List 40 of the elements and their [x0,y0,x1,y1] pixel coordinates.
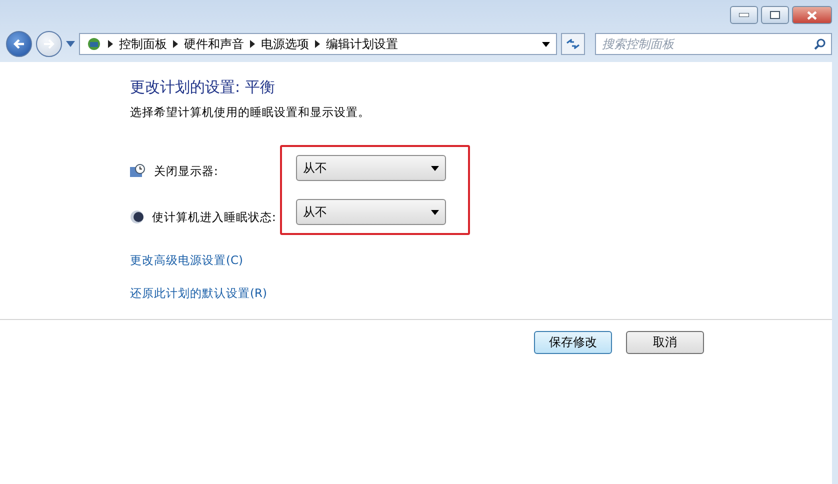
setting-label: 使计算机进入睡眠状态: [152,210,276,224]
history-dropdown-icon[interactable] [66,41,75,47]
breadcrumb-item[interactable]: 硬件和声音 [184,36,244,52]
refresh-arrows-icon [566,39,580,49]
back-button[interactable] [6,31,32,57]
description-text: 选择希望计算机使用的睡眠设置和显示设置。 [130,105,371,120]
save-button[interactable]: 保存修改 [534,331,612,354]
minimize-button[interactable] [730,6,758,24]
breadcrumb-item[interactable]: 电源选项 [261,36,309,52]
maximize-icon [770,11,780,19]
chevron-icon [250,40,255,48]
settings-link[interactable]: 还原此计划的默认设置(R) [130,286,267,301]
caret-icon [542,42,550,46]
maximize-button[interactable] [761,6,789,24]
setting-label: 关闭显示器: [154,164,218,178]
monitor-clock-icon [130,164,146,178]
refresh-button[interactable] [561,33,585,55]
back-arrow-icon [13,39,25,49]
breadcrumb-item[interactable]: 编辑计划设置 [326,36,398,52]
settings-link[interactable]: 更改高级电源设置(C) [130,253,244,268]
caret-icon [431,210,439,214]
control-panel-icon [86,36,102,52]
address-bar[interactable]: 控制面板 硬件和声音 电源选项 编辑计划设置 [79,33,557,55]
close-icon [807,10,817,20]
chevron-icon [315,40,320,48]
close-button[interactable] [792,6,832,24]
breadcrumb-item[interactable]: 控制面板 [119,36,167,52]
search-icon [814,38,826,50]
chevron-icon [173,40,178,48]
dropdown[interactable]: 从不 [296,155,446,181]
forward-arrow-icon [43,39,55,49]
dropdown[interactable]: 从不 [296,199,446,225]
moon-icon [130,210,144,224]
forward-button[interactable] [36,31,62,57]
minimize-icon [739,13,749,17]
cancel-button[interactable]: 取消 [626,331,704,354]
caret-icon [431,166,439,170]
page-heading: 更改计划的设置: 平衡 [130,78,276,97]
chevron-icon [108,40,113,48]
search-field[interactable]: 搜索控制面板 [595,33,832,55]
